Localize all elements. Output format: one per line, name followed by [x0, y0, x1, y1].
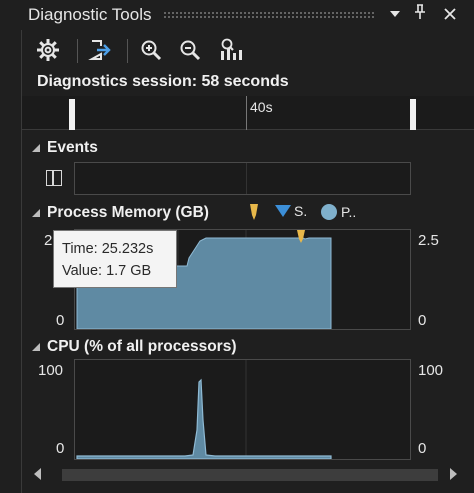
private-bytes-icon: [321, 204, 337, 220]
scrollbar-thumb[interactable]: [62, 469, 438, 481]
timeline-ruler[interactable]: 40s: [22, 96, 474, 130]
reset-zoom-icon[interactable]: [215, 34, 247, 66]
gear-icon[interactable]: [32, 34, 64, 66]
cpu-y-left-top: 100: [38, 362, 64, 379]
legend-private-bytes[interactable]: P..: [320, 203, 356, 221]
cpu-area: [76, 378, 332, 459]
legend-snapshot-label: S.: [294, 203, 308, 219]
tooltip-value: Value: 1.7 GB: [62, 263, 152, 279]
close-icon[interactable]: [440, 4, 460, 26]
chart-tooltip: Time: 25.232s Value: 1.7 GB: [53, 230, 177, 288]
memory-y-left-bottom: 0: [56, 312, 65, 329]
range-end-handle[interactable]: [410, 99, 416, 130]
scroll-left-icon[interactable]: [34, 468, 41, 480]
events-track[interactable]: [74, 162, 411, 195]
memory-y-right-top: 2.5: [418, 232, 439, 249]
toolbar-separator: [77, 39, 78, 63]
session-duration-label: Diagnostics session: 58 seconds: [37, 73, 289, 90]
memory-section-header[interactable]: Process Memory (GB): [32, 204, 209, 222]
drag-grip[interactable]: [163, 11, 375, 19]
events-view-toggle-icon[interactable]: [46, 170, 62, 186]
zoom-in-icon[interactable]: [135, 34, 167, 66]
events-title: Events: [47, 139, 98, 156]
toolbar-separator: [127, 39, 128, 63]
horizontal-scrollbar[interactable]: [22, 462, 474, 488]
cpu-section-header[interactable]: CPU (% of all processors): [32, 338, 237, 356]
toolbar: [22, 34, 474, 68]
legend-private-bytes-label: P..: [341, 204, 357, 220]
pin-icon[interactable]: [410, 4, 430, 26]
legend-snapshot[interactable]: S.: [274, 203, 307, 219]
collapse-triangle-icon[interactable]: [32, 343, 40, 351]
tooltip-time: Time: 25.232s: [62, 241, 154, 257]
collapse-triangle-icon[interactable]: [32, 144, 40, 152]
zoom-out-icon[interactable]: [174, 34, 206, 66]
cpu-y-right-bottom: 0: [418, 440, 427, 457]
window-title: Diagnostic Tools: [28, 5, 152, 24]
memory-y-left-top: 2: [44, 232, 53, 249]
legend-gc[interactable]: [248, 203, 260, 221]
snapshot-marker-icon: [275, 205, 291, 217]
memory-title: Process Memory (GB): [47, 204, 209, 221]
title-bar: Diagnostic Tools: [0, 0, 474, 30]
dropdown-arrow-icon[interactable]: [385, 4, 405, 26]
ruler-tick-label: 40s: [250, 99, 273, 115]
cpu-chart[interactable]: [74, 359, 411, 460]
cpu-y-right-top: 100: [418, 362, 444, 379]
export-icon[interactable]: [84, 34, 116, 66]
range-start-handle[interactable]: [69, 99, 75, 130]
events-section-header[interactable]: Events: [32, 139, 98, 157]
collapse-triangle-icon[interactable]: [32, 209, 40, 217]
cpu-title: CPU (% of all processors): [47, 338, 237, 355]
scroll-right-icon[interactable]: [450, 468, 457, 480]
memory-y-right-bottom: 0: [418, 312, 427, 329]
ruler-tick: [246, 96, 247, 130]
gc-marker-icon: [250, 204, 258, 220]
cpu-y-left-bottom: 0: [56, 440, 65, 457]
left-edge: [0, 0, 22, 493]
